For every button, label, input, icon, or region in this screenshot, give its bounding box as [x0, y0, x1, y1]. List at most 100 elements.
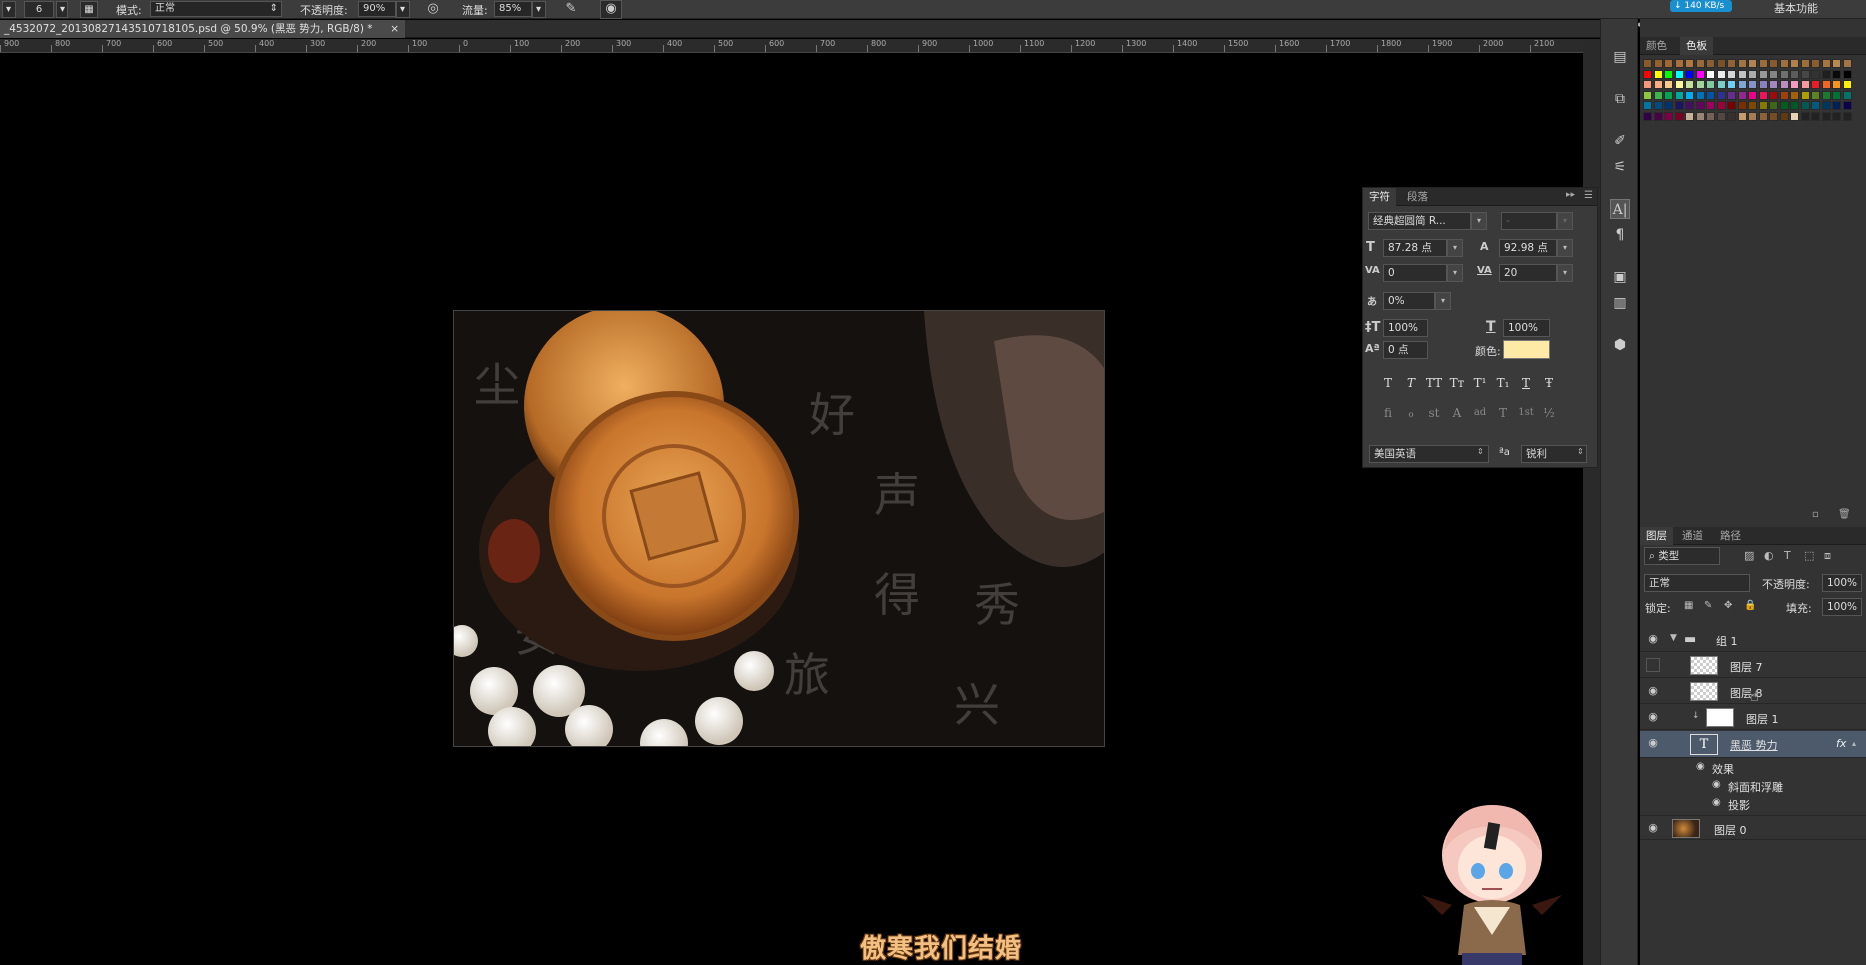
effects-toggle-icon[interactable]: ▴ [1852, 739, 1856, 748]
color-swatch[interactable] [1790, 69, 1799, 79]
color-swatch[interactable] [1664, 80, 1673, 89]
color-swatch[interactable] [1695, 111, 1705, 121]
close-tab-icon[interactable]: × [390, 20, 399, 38]
color-swatch[interactable] [1800, 111, 1810, 121]
color-swatch[interactable] [1674, 90, 1684, 100]
titling-alternates-button[interactable]: T [1492, 404, 1514, 422]
ligatures-button[interactable]: fi [1377, 404, 1399, 422]
color-swatch[interactable] [1821, 90, 1831, 100]
color-swatch[interactable] [1695, 80, 1705, 89]
color-swatch[interactable] [1769, 101, 1778, 110]
color-swatch[interactable] [1706, 111, 1715, 121]
color-swatch[interactable] [1737, 101, 1747, 110]
color-swatch[interactable] [1821, 111, 1831, 121]
color-swatch[interactable] [1643, 59, 1652, 68]
flow-dropdown-chevron-icon[interactable]: ▾ [532, 1, 546, 18]
baseline-shift-input[interactable]: 0 点 [1383, 341, 1428, 359]
color-swatch[interactable] [1811, 69, 1820, 79]
font-size-input[interactable]: 87.28 点 [1383, 239, 1447, 257]
color-swatch[interactable] [1737, 90, 1747, 100]
color-swatch[interactable] [1716, 101, 1726, 110]
blend-mode-select[interactable]: 正常 [1644, 574, 1750, 592]
color-swatch[interactable] [1643, 80, 1652, 89]
ordinals-button[interactable]: 1st [1515, 404, 1537, 422]
tab-paths[interactable]: 路径 [1714, 527, 1747, 545]
canvas-vertical-scrollbar[interactable] [1583, 39, 1600, 965]
color-swatch[interactable] [1727, 69, 1736, 79]
color-swatch[interactable] [1800, 69, 1810, 79]
color-swatch[interactable] [1821, 59, 1831, 68]
brush-panel-icon[interactable]: ✐ [1610, 131, 1630, 151]
color-swatch[interactable] [1716, 80, 1726, 89]
color-swatch[interactable] [1811, 90, 1820, 100]
color-swatch[interactable] [1779, 80, 1789, 89]
color-swatch[interactable] [1790, 111, 1799, 121]
brush-size-picker[interactable]: 6 [24, 1, 54, 18]
color-swatch[interactable] [1811, 111, 1820, 121]
opacity-input[interactable]: 90% [358, 1, 396, 17]
color-swatch[interactable] [1811, 59, 1820, 68]
color-swatch[interactable] [1727, 90, 1736, 100]
color-swatch[interactable] [1832, 80, 1841, 89]
color-swatch[interactable] [1800, 59, 1810, 68]
document-tab[interactable]: _4532072_20130827143510718105.psd @ 50.9… [0, 20, 405, 38]
layer-row[interactable]: · 图层 7 [1640, 653, 1866, 678]
text-color-swatch[interactable] [1503, 340, 1550, 359]
color-swatch[interactable] [1643, 101, 1652, 110]
layer-row[interactable]: ◉ 图层 8 ☝ [1640, 679, 1866, 705]
brush-picker-chevron-icon[interactable]: ▾ [56, 1, 68, 18]
airbrush-icon[interactable]: ✎ [562, 1, 580, 18]
tab-character[interactable]: 字符 [1363, 188, 1396, 206]
color-swatch[interactable] [1842, 59, 1852, 68]
smart-object-filter-icon[interactable]: ⧈ [1824, 549, 1831, 563]
color-swatch[interactable] [1695, 101, 1705, 110]
color-swatch[interactable] [1748, 101, 1757, 110]
lock-pixels-icon[interactable]: ✎ [1704, 600, 1712, 611]
color-swatch[interactable] [1811, 101, 1820, 110]
layer-filter-select[interactable]: ⌕ 类型 [1644, 547, 1720, 565]
color-swatch[interactable] [1685, 111, 1694, 121]
layer-opacity-input[interactable]: 100% [1822, 574, 1862, 592]
small-caps-button[interactable]: Tт [1446, 374, 1468, 392]
eye-icon[interactable]: ◉ [1712, 779, 1721, 790]
leading-input[interactable]: 92.98 点 [1499, 239, 1557, 257]
color-swatch[interactable] [1674, 111, 1684, 121]
color-swatch[interactable] [1664, 111, 1673, 121]
color-swatch[interactable] [1695, 59, 1705, 68]
color-swatch[interactable] [1653, 69, 1663, 79]
color-swatch[interactable] [1832, 59, 1841, 68]
color-swatch[interactable] [1706, 59, 1715, 68]
kerning-chevron-icon[interactable]: ▾ [1447, 264, 1463, 282]
tsume-chevron-icon[interactable]: ▾ [1435, 292, 1451, 310]
color-swatch[interactable] [1842, 80, 1852, 89]
color-swatch[interactable] [1706, 90, 1715, 100]
color-swatch[interactable] [1653, 111, 1663, 121]
color-swatch[interactable] [1769, 90, 1778, 100]
color-swatch[interactable] [1832, 69, 1841, 79]
color-swatch[interactable] [1821, 80, 1831, 89]
layer-row[interactable]: ◉ 图层 0 [1640, 815, 1866, 840]
color-swatch[interactable] [1737, 59, 1747, 68]
fill-input[interactable]: 100% [1822, 598, 1862, 616]
color-swatch[interactable] [1832, 90, 1841, 100]
workspace-switcher[interactable]: 基本功能 [1774, 0, 1818, 16]
color-swatch[interactable] [1685, 80, 1694, 89]
character-panel-icon[interactable]: A| [1610, 199, 1630, 219]
subscript-button[interactable]: T₁ [1492, 374, 1514, 392]
color-swatch[interactable] [1842, 90, 1852, 100]
color-swatch[interactable] [1779, 111, 1789, 121]
color-swatch[interactable] [1800, 80, 1810, 89]
swatch-grid[interactable] [1643, 59, 1863, 179]
color-swatch[interactable] [1842, 101, 1852, 110]
strikethrough-button[interactable]: Ŧ [1538, 374, 1560, 392]
color-swatch[interactable] [1685, 90, 1694, 100]
color-swatch[interactable] [1737, 111, 1747, 121]
color-swatch[interactable] [1790, 59, 1799, 68]
color-swatch[interactable] [1674, 59, 1684, 68]
font-family-select[interactable]: 经典超圆简 R... [1368, 212, 1471, 230]
color-swatch[interactable] [1758, 59, 1768, 68]
horizontal-scale-input[interactable]: 100% [1503, 319, 1550, 337]
lock-transparency-icon[interactable]: ▦ [1684, 600, 1693, 611]
color-swatch[interactable] [1695, 69, 1705, 79]
contextual-alternates-button[interactable]: ℴ [1400, 404, 1422, 422]
